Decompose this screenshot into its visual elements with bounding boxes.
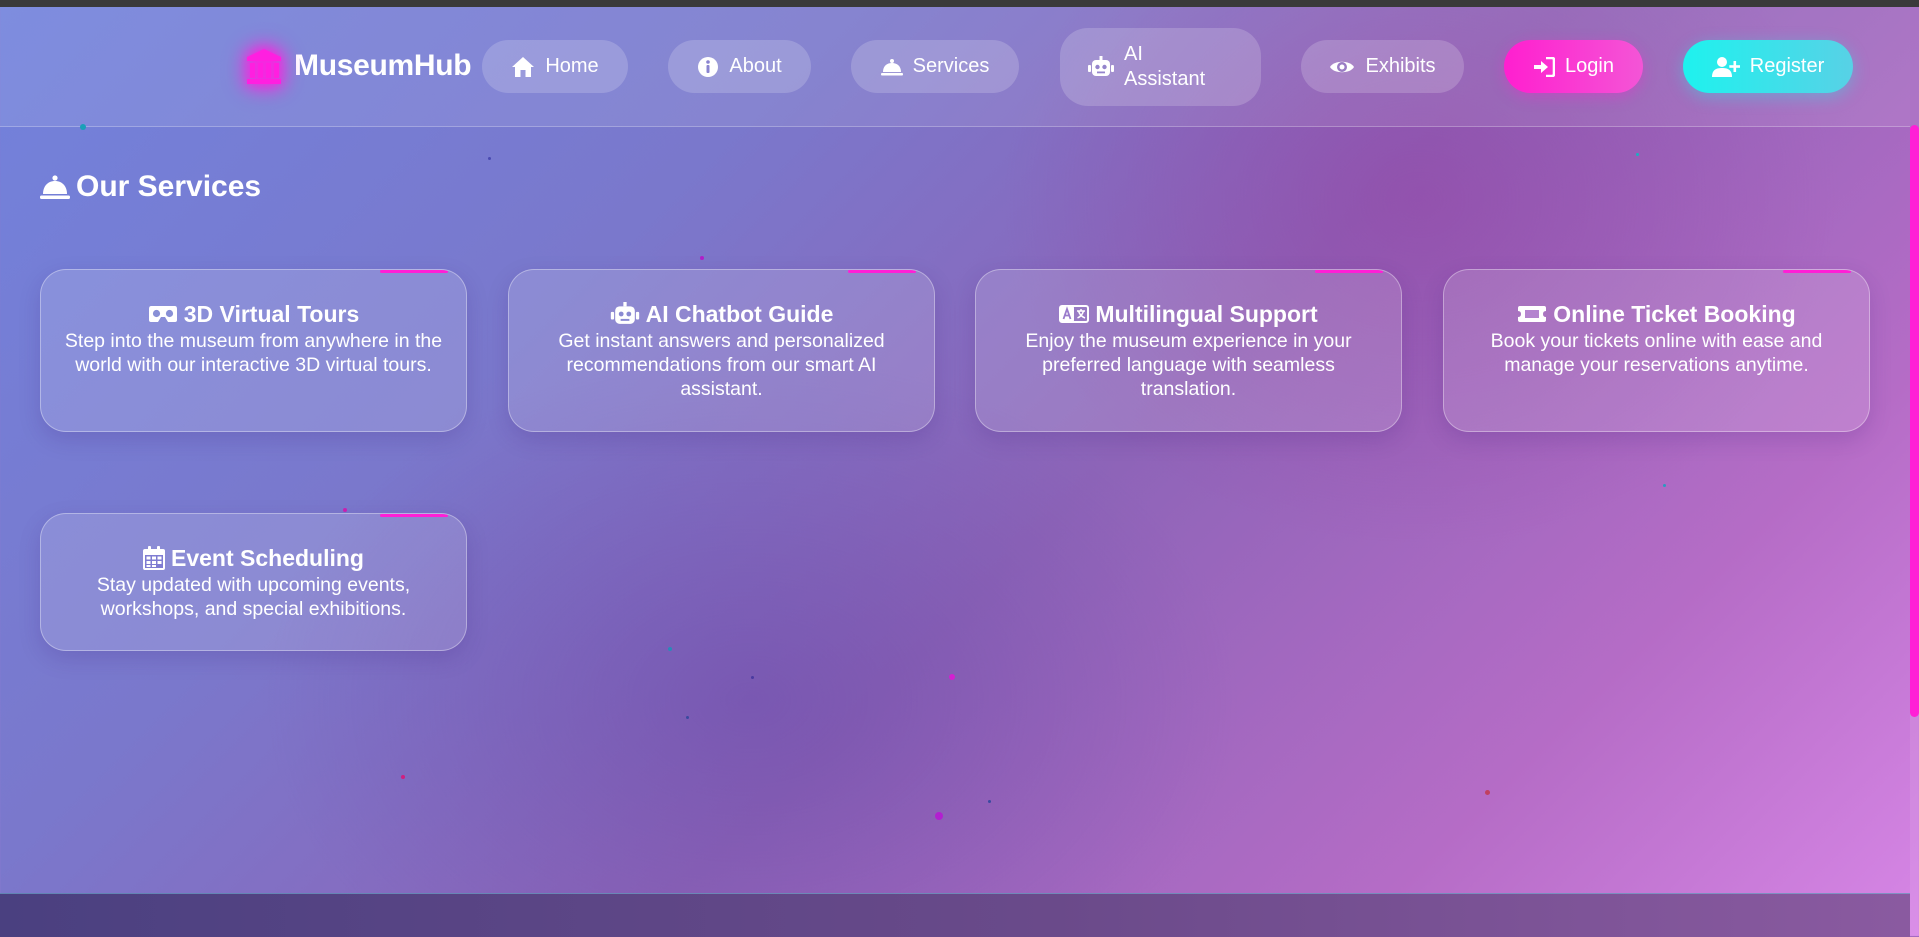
service-card-title-text: 3D Virtual Tours	[183, 301, 360, 327]
home-icon	[512, 56, 535, 77]
service-card-multilingual[interactable]: Multilingual Support Enjoy the museum ex…	[975, 269, 1402, 432]
nav-ai-assistant-label-1: AI	[1124, 43, 1143, 65]
eye-icon	[1330, 61, 1355, 72]
particle-dot	[343, 508, 347, 512]
brand-logo[interactable]: MuseumHub	[242, 40, 472, 92]
scrollbar-thumb[interactable]	[1910, 125, 1919, 717]
museum-icon	[242, 44, 286, 88]
particle-dot	[988, 800, 991, 803]
card-accent	[380, 514, 448, 517]
bell-service-icon	[40, 175, 70, 199]
particle-dot	[488, 157, 491, 160]
card-accent	[380, 270, 448, 273]
service-card-title-text: Event Scheduling	[171, 545, 364, 571]
particle-dot	[1636, 153, 1639, 156]
nav-home-label: Home	[545, 55, 599, 77]
particle-dot	[700, 256, 704, 260]
nav-services[interactable]: Services	[851, 40, 1019, 93]
service-card-description: Get instant answers and personalized rec…	[558, 330, 885, 400]
service-card-virtual-tours[interactable]: 3D Virtual Tours Step into the museum fr…	[40, 269, 467, 432]
service-card-title: Online Ticket Booking	[1462, 300, 1851, 328]
ticket-icon	[1518, 306, 1547, 322]
card-accent	[1315, 270, 1383, 273]
service-card-description: Step into the museum from anywhere in th…	[64, 330, 443, 376]
section-title-text: Our Services	[76, 170, 262, 203]
particle-dot	[686, 716, 689, 719]
particle-dot	[1485, 790, 1490, 795]
nav-home[interactable]: Home	[482, 40, 628, 93]
card-accent	[848, 270, 916, 273]
particle-dot	[751, 676, 754, 679]
service-card-description: Book your tickets online with ease and m…	[1490, 330, 1823, 376]
service-card-title: 3D Virtual Tours	[59, 300, 448, 328]
service-card-event-scheduling[interactable]: Event Scheduling Stay updated with upcom…	[40, 513, 467, 651]
nav-about[interactable]: About	[668, 40, 811, 93]
login-button[interactable]: Login	[1504, 40, 1643, 93]
service-card-title: Event Scheduling	[59, 544, 448, 572]
nav-exhibits-label: Exhibits	[1365, 55, 1436, 77]
card-accent	[1783, 270, 1851, 273]
service-card-title: AI Chatbot Guide	[527, 300, 916, 328]
particle-dot	[401, 775, 405, 779]
robot-icon	[1088, 56, 1114, 76]
info-icon	[698, 56, 719, 77]
brand-name: MuseumHub	[294, 49, 472, 82]
particle-dot	[949, 674, 955, 680]
section-title: Our Services	[40, 170, 261, 204]
particle-dot	[1663, 484, 1666, 487]
calendar-icon	[143, 546, 165, 570]
browser-top-strip	[0, 0, 1919, 7]
service-card-description: Enjoy the museum experience in your pref…	[1025, 330, 1352, 400]
register-label: Register	[1749, 55, 1825, 77]
nav-services-label: Services	[912, 55, 990, 77]
service-card-title-text: AI Chatbot Guide	[645, 301, 834, 327]
service-card-title-text: Online Ticket Booking	[1553, 301, 1796, 327]
service-card-ai-chatbot[interactable]: AI Chatbot Guide Get instant answers and…	[508, 269, 935, 432]
nav-exhibits[interactable]: Exhibits	[1301, 40, 1464, 93]
service-card-description: Stay updated with upcoming events, works…	[96, 574, 411, 620]
user-plus-icon	[1711, 56, 1740, 77]
service-card-title: Multilingual Support	[994, 300, 1383, 328]
particle-dot	[935, 812, 943, 820]
register-button[interactable]: Register	[1683, 40, 1853, 93]
footer	[0, 893, 1910, 937]
login-icon	[1534, 56, 1556, 77]
service-card-title-text: Multilingual Support	[1095, 301, 1318, 327]
robot-icon	[610, 302, 639, 324]
service-card-ticket-booking[interactable]: Online Ticket Booking Book your tickets …	[1443, 269, 1870, 432]
language-icon	[1059, 305, 1090, 323]
login-label: Login	[1565, 55, 1614, 77]
vr-goggles-icon	[148, 306, 177, 322]
bell-service-icon	[880, 58, 903, 75]
particle-dot	[668, 647, 672, 651]
nav-about-label: About	[729, 55, 782, 77]
particle-dot	[80, 124, 86, 130]
nav-ai-assistant-label-2: Assistant	[1124, 68, 1206, 90]
nav-ai-assistant[interactable]: AI Assistant	[1060, 28, 1261, 106]
